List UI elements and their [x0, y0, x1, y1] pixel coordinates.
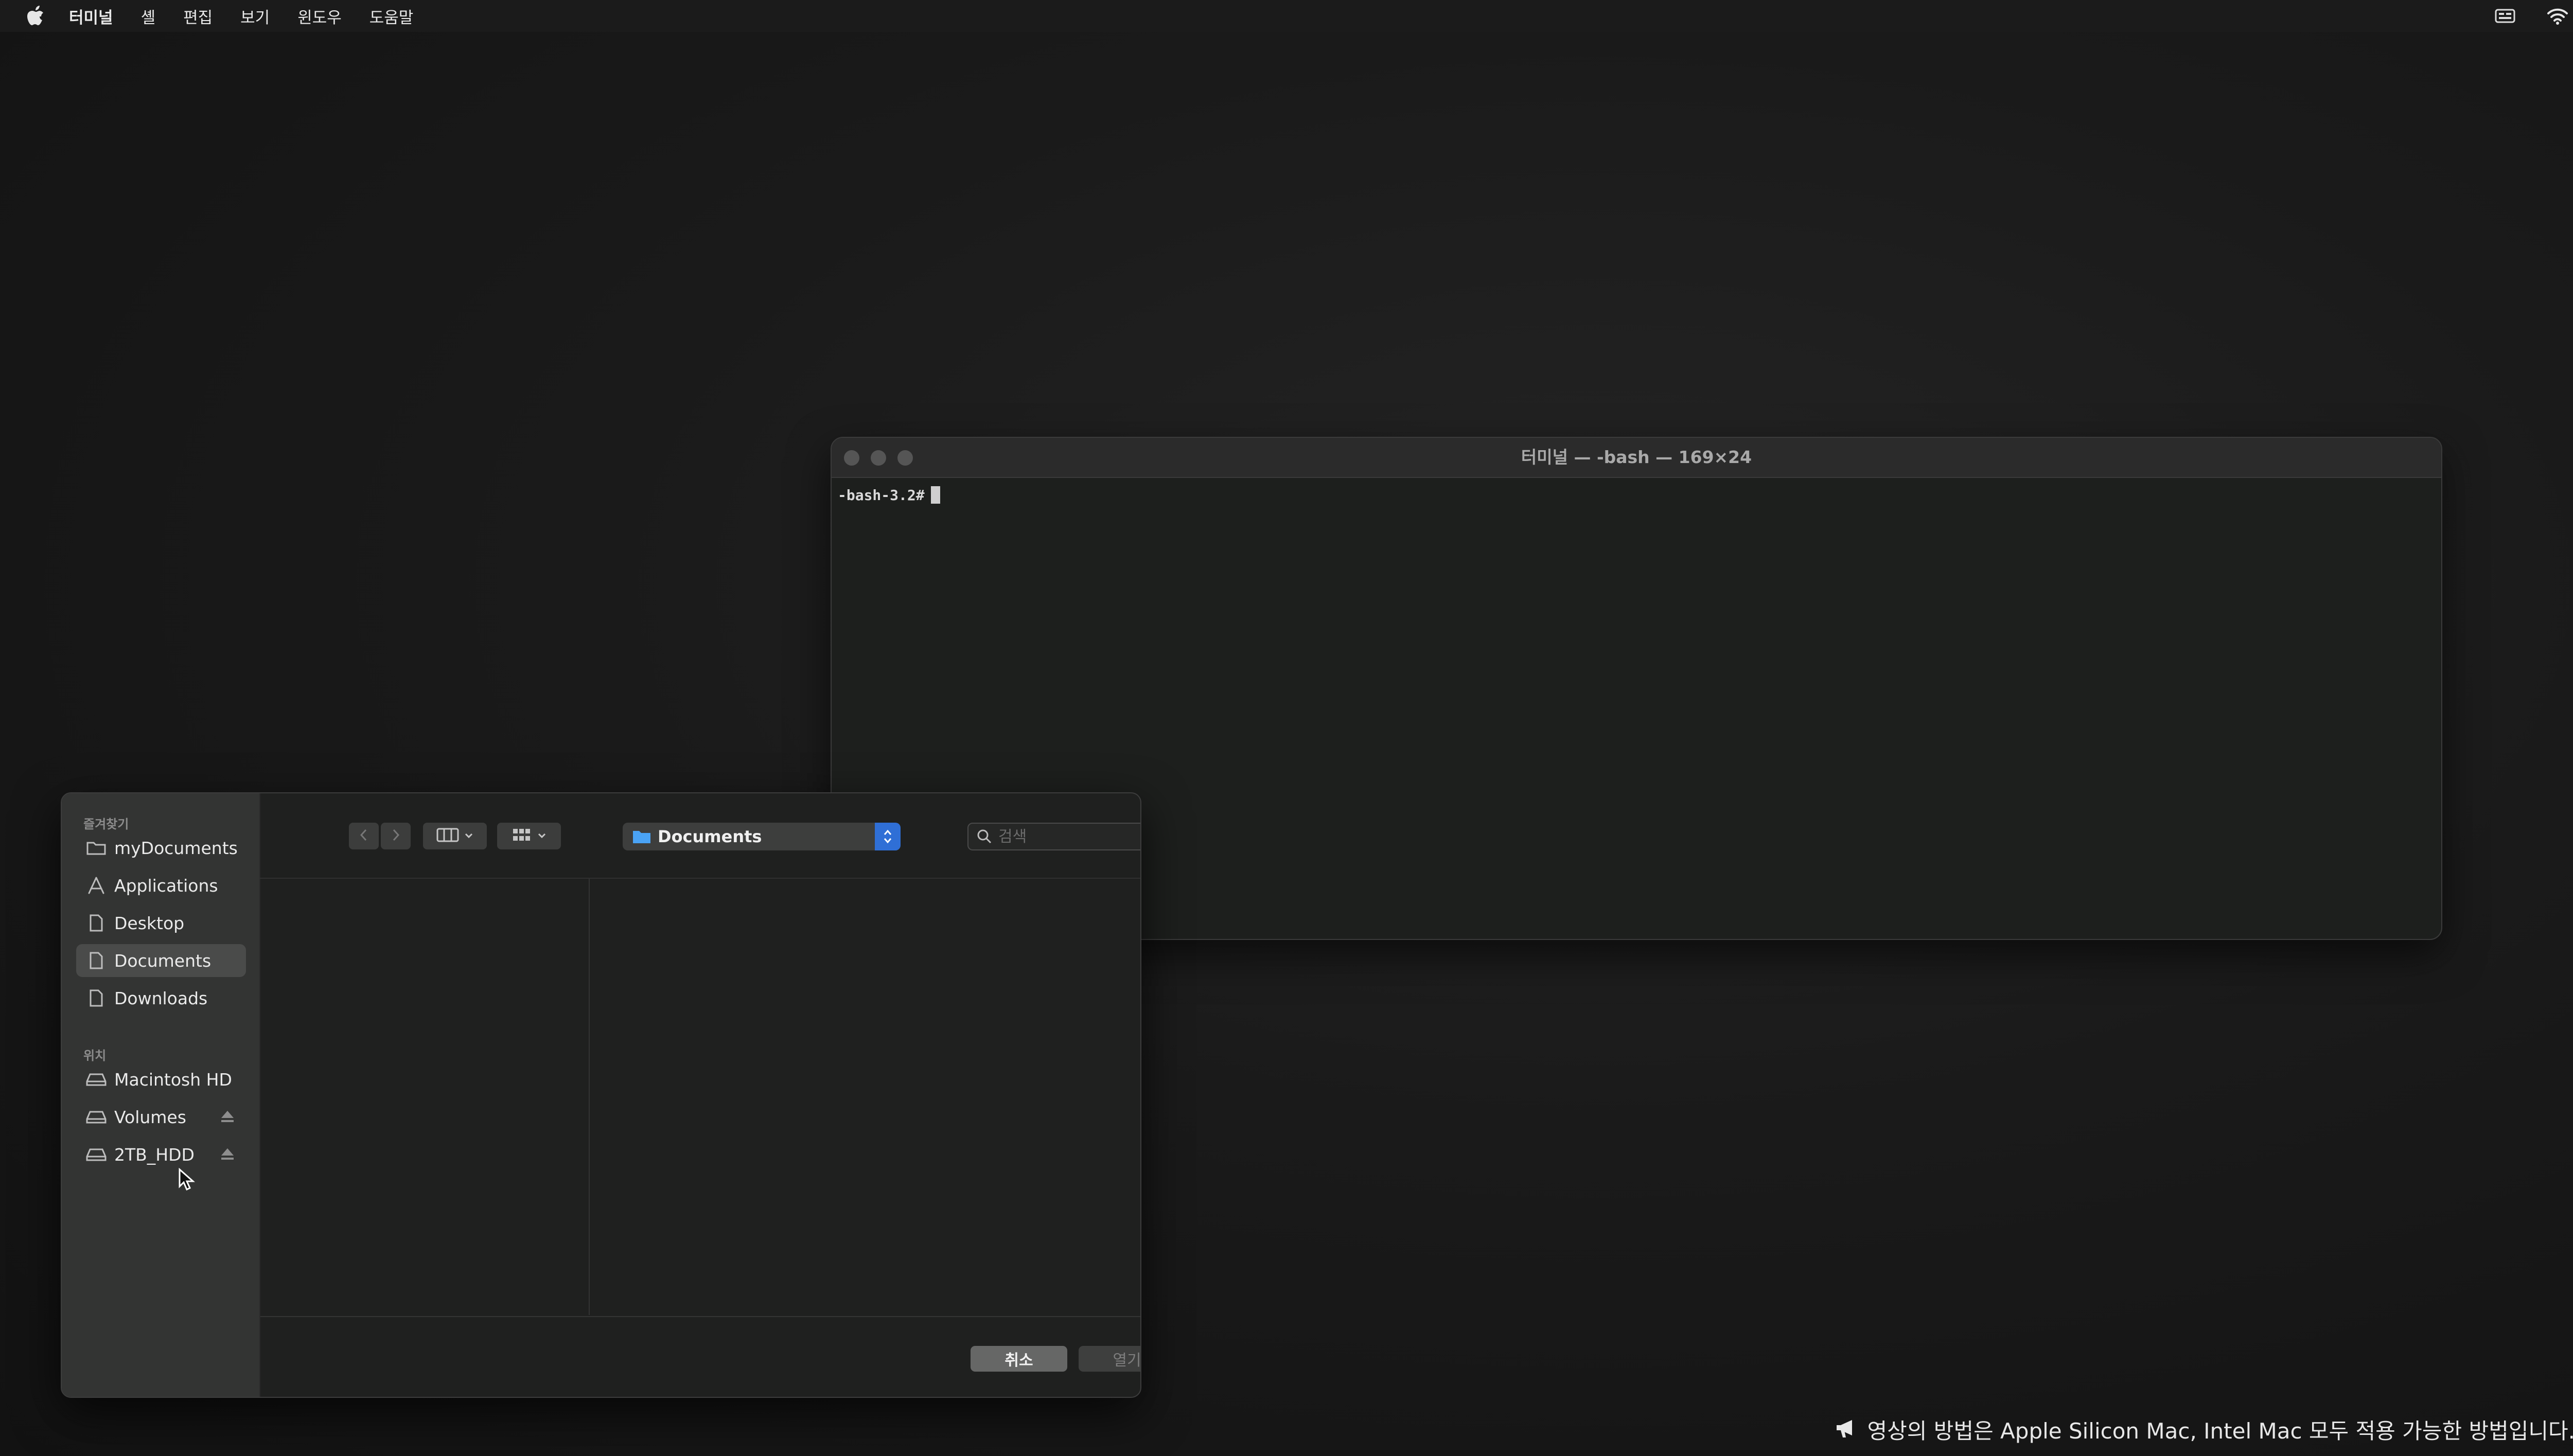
dialog-sidebar: 즐겨찾기 myDocuments Applications Desktop Do… — [62, 793, 260, 1397]
sidebar-item-2tb-hdd[interactable]: 2TB_HDD — [76, 1138, 246, 1171]
path-popup-label: Documents — [658, 827, 762, 846]
sidebar-item-macintosh-hd[interactable]: Macintosh HD — [76, 1063, 246, 1096]
input-source-icon[interactable] — [2495, 8, 2515, 24]
cancel-button[interactable]: 취소 — [971, 1346, 1067, 1372]
sidebar-item-downloads[interactable]: Downloads — [76, 982, 246, 1015]
sidebar-item-label: Desktop — [114, 913, 185, 933]
path-popup[interactable]: Documents — [623, 823, 901, 850]
megaphone-icon — [1835, 1417, 1857, 1442]
menu-bar: 터미널 셸 편집 보기 윈도우 도움말 — [0, 0, 2573, 32]
sidebar-item-label: Downloads — [114, 988, 208, 1008]
menu-app-name[interactable]: 터미널 — [69, 5, 113, 28]
terminal-content[interactable]: -bash-3.2# — [832, 478, 2441, 512]
menu-view[interactable]: 보기 — [240, 5, 270, 28]
eject-icon[interactable] — [220, 1110, 235, 1125]
dialog-toolbar: Documents — [259, 793, 1140, 879]
browser-column[interactable] — [590, 879, 1140, 1315]
search-icon — [977, 829, 992, 844]
menu-help[interactable]: 도움말 — [369, 5, 414, 28]
terminal-title: 터미널 — -bash — 169×24 — [1521, 447, 1752, 467]
document-icon — [84, 989, 108, 1007]
sidebar-item-label: 2TB_HDD — [114, 1144, 195, 1165]
drive-icon — [84, 1110, 108, 1124]
browser-column[interactable] — [260, 879, 590, 1315]
chevron-down-icon — [537, 831, 547, 841]
sidebar-item-desktop[interactable]: Desktop — [76, 907, 246, 939]
document-icon — [84, 914, 108, 932]
sidebar-item-documents[interactable]: Documents — [76, 944, 246, 977]
sidebar-item-label: myDocuments — [114, 838, 238, 858]
back-button[interactable] — [349, 823, 379, 849]
shell-prompt: -bash-3.2# — [838, 486, 925, 504]
wifi-icon[interactable] — [2546, 7, 2569, 25]
folder-icon — [84, 840, 108, 856]
view-mode-button[interactable] — [423, 823, 487, 849]
apple-icon[interactable] — [27, 5, 46, 27]
dialog-footer: 취소 열기 — [260, 1316, 1140, 1397]
sidebar-item-label: Applications — [114, 875, 218, 896]
updown-arrows-icon — [875, 823, 901, 850]
document-icon — [84, 951, 108, 970]
locations-heading: 위치 — [83, 1049, 107, 1063]
eject-icon[interactable] — [220, 1147, 235, 1163]
file-browser — [260, 879, 1140, 1315]
menu-shell[interactable]: 셸 — [141, 5, 156, 28]
group-button[interactable] — [497, 823, 561, 849]
caption-text: 영상의 방법은 Apple Silicon Mac, Intel Mac 모두 … — [1867, 1418, 2573, 1444]
caption: 영상의 방법은 Apple Silicon Mac, Intel Mac 모두 … — [1835, 1414, 2573, 1445]
sidebar-item-mydocuments[interactable]: myDocuments — [76, 831, 246, 864]
forward-button[interactable] — [381, 823, 411, 849]
sidebar-item-label: Volumes — [114, 1107, 186, 1127]
chevron-down-icon — [464, 831, 473, 841]
sidebar-item-applications[interactable]: Applications — [76, 869, 246, 902]
drive-icon — [84, 1072, 108, 1087]
search-field[interactable] — [967, 823, 1140, 850]
folder-icon — [632, 829, 651, 844]
menu-window[interactable]: 윈도우 — [297, 5, 342, 28]
chevron-right-icon — [391, 828, 401, 844]
sidebar-item-label: Documents — [114, 950, 212, 971]
text-cursor — [930, 486, 940, 504]
sidebar-item-label: Macintosh HD — [114, 1069, 232, 1090]
menu-edit[interactable]: 편집 — [183, 5, 213, 28]
applications-icon — [84, 876, 108, 895]
mouse-pointer-icon — [178, 1167, 196, 1194]
open-button[interactable]: 열기 — [1079, 1346, 1140, 1372]
chevron-left-icon — [359, 828, 369, 844]
columns-view-icon — [436, 827, 459, 845]
terminal-titlebar[interactable]: 터미널 — -bash — 169×24 — [832, 438, 2441, 478]
sidebar-item-volumes[interactable]: Volumes — [76, 1100, 246, 1133]
grid-icon — [512, 827, 532, 845]
search-input[interactable] — [997, 827, 1140, 846]
menu-extras — [2495, 0, 2569, 32]
drive-icon — [84, 1147, 108, 1162]
open-file-dialog: 즐겨찾기 myDocuments Applications Desktop Do… — [61, 792, 1141, 1398]
favorites-heading: 즐겨찾기 — [83, 817, 129, 831]
